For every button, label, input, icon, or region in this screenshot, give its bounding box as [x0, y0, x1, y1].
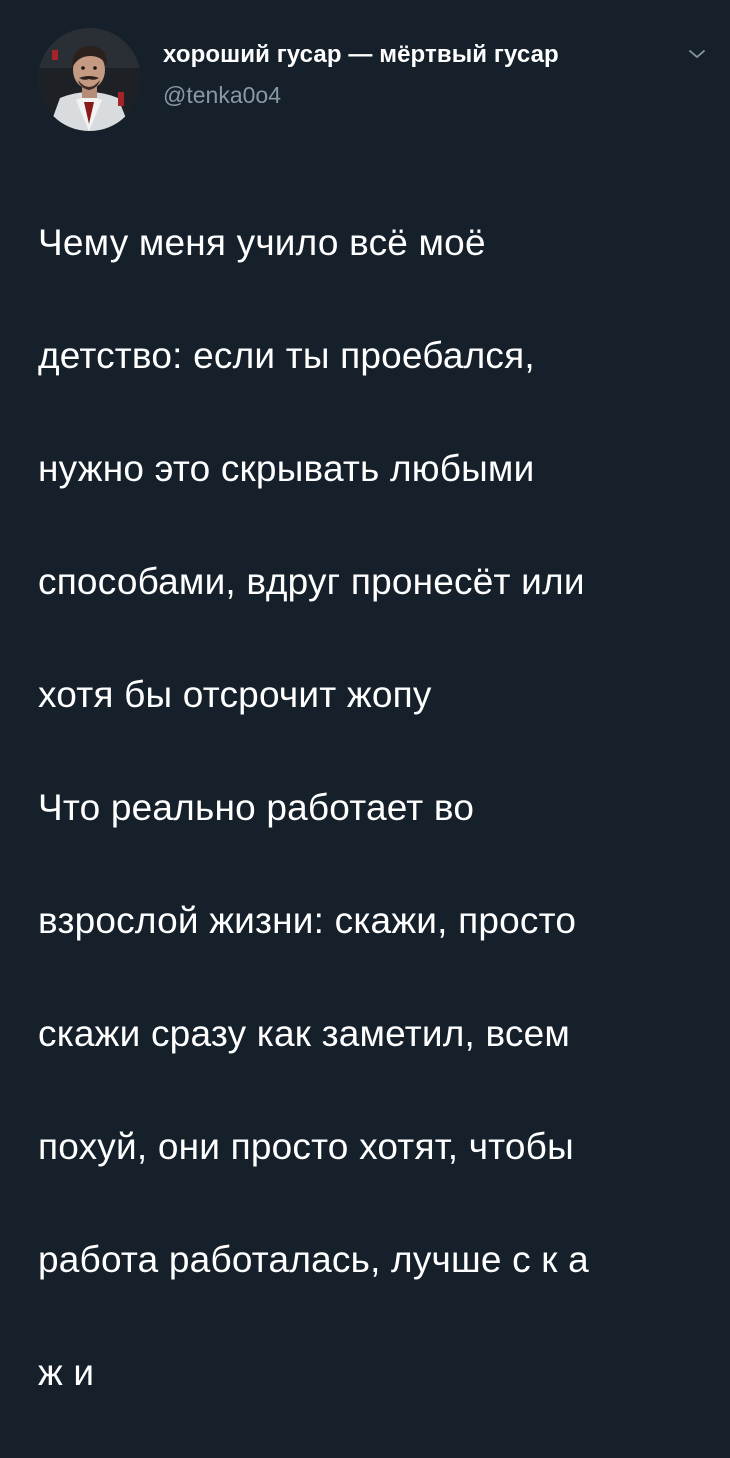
author-display-name[interactable]: хороший гусар — мёртвый гусар	[163, 40, 559, 70]
tweet-text: Чему меня учило всё моё детство: если ты…	[38, 158, 718, 1458]
author-names: хороший гусар — мёртвый гусар @tenka0o4	[163, 40, 559, 110]
author-handle[interactable]: @tenka0o4	[163, 80, 559, 110]
tweet-text-line: похуй, они просто хотят, чтобы	[38, 1125, 574, 1167]
tweet-text-line: взрослой жизни: скажи, просто	[38, 899, 577, 941]
tweet-text-line: нужно это скрывать любыми	[38, 447, 535, 489]
tweet-text-line: детство: если ты проебался,	[38, 334, 535, 376]
tweet-text-line: способами, вдруг пронесёт или	[38, 560, 585, 602]
tweet-text-line: Что реально работает во	[38, 786, 475, 828]
tweet-text-line: ж и	[38, 1351, 95, 1393]
user-avatar-icon	[38, 28, 141, 131]
tweet-text-line: Чему меня учило всё моё	[38, 221, 486, 263]
tweet-text-line: скажи сразу как заметил, всем	[38, 1012, 571, 1054]
tweet: хороший гусар — мёртвый гусар @tenka0o4 …	[0, 0, 730, 1393]
tweet-header: хороший гусар — мёртвый гусар @tenka0o4	[38, 28, 718, 138]
avatar[interactable]	[38, 28, 141, 131]
tweet-text-line: работа работалась, лучше с к а	[38, 1238, 589, 1280]
chevron-down-icon[interactable]	[686, 46, 708, 62]
tweet-text-line: хотя бы отсрочит жопу	[38, 673, 432, 715]
